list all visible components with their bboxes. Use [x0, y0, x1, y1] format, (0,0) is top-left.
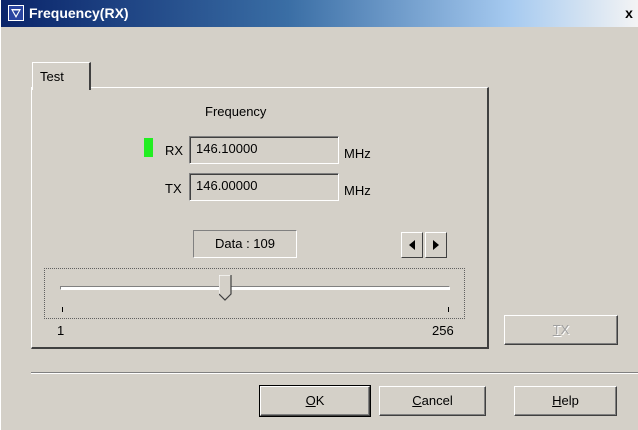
tx-unit: MHz	[344, 183, 371, 198]
title-bar[interactable]: Frequency(RX) x	[1, 0, 638, 27]
rx-label: RX	[165, 143, 184, 158]
cancel-button[interactable]: Cancel	[379, 386, 486, 416]
tab-test-label: Test	[40, 69, 64, 84]
slider-tick-max	[448, 307, 449, 312]
cancel-mnemonic: C	[412, 393, 422, 408]
slider-thumb[interactable]	[219, 275, 233, 301]
ok-button[interactable]: OK	[259, 385, 371, 417]
tx-frequency-field[interactable]: 146.00000	[189, 173, 339, 201]
tx-frequency-value: 146.00000	[196, 178, 258, 193]
ok-mnemonic: O	[305, 393, 316, 408]
tx-button-label-rest: X	[560, 322, 570, 337]
rx-frequency-value: 146.10000	[196, 141, 258, 156]
ok-label-rest: K	[315, 393, 325, 408]
slider-max-label: 256	[432, 323, 454, 338]
frequency-heading: Frequency	[205, 104, 267, 119]
slider-min-label: 1	[57, 323, 65, 338]
help-button[interactable]: Help	[514, 386, 617, 416]
tx-label: TX	[165, 181, 182, 196]
footer-separator	[31, 372, 638, 374]
next-button[interactable]	[425, 232, 447, 258]
rx-frequency-field[interactable]: 146.10000	[189, 136, 339, 164]
arrow-left-icon	[409, 240, 415, 250]
window-title: Frequency(RX)	[29, 5, 129, 21]
arrow-right-icon	[433, 240, 439, 250]
tab-test[interactable]: Test	[32, 62, 91, 90]
app-icon	[8, 5, 24, 21]
slider-track	[60, 286, 450, 290]
frequency-slider[interactable]	[44, 268, 465, 319]
rx-unit: MHz	[344, 146, 371, 161]
close-icon[interactable]: x	[621, 4, 637, 22]
prev-button[interactable]	[401, 232, 423, 258]
dialog-window: Frequency(RX) x Test Frequency RX 146.10…	[0, 0, 638, 430]
data-readout: Data : 109	[193, 230, 297, 258]
tx-button-mnemonic: T	[552, 322, 561, 337]
rx-indicator-led	[144, 138, 153, 157]
tx-button[interactable]: TX	[504, 315, 618, 345]
slider-tick-min	[62, 307, 63, 312]
help-label-rest: elp	[561, 393, 579, 408]
help-mnemonic: H	[552, 393, 562, 408]
cancel-label-rest: ancel	[421, 393, 453, 408]
